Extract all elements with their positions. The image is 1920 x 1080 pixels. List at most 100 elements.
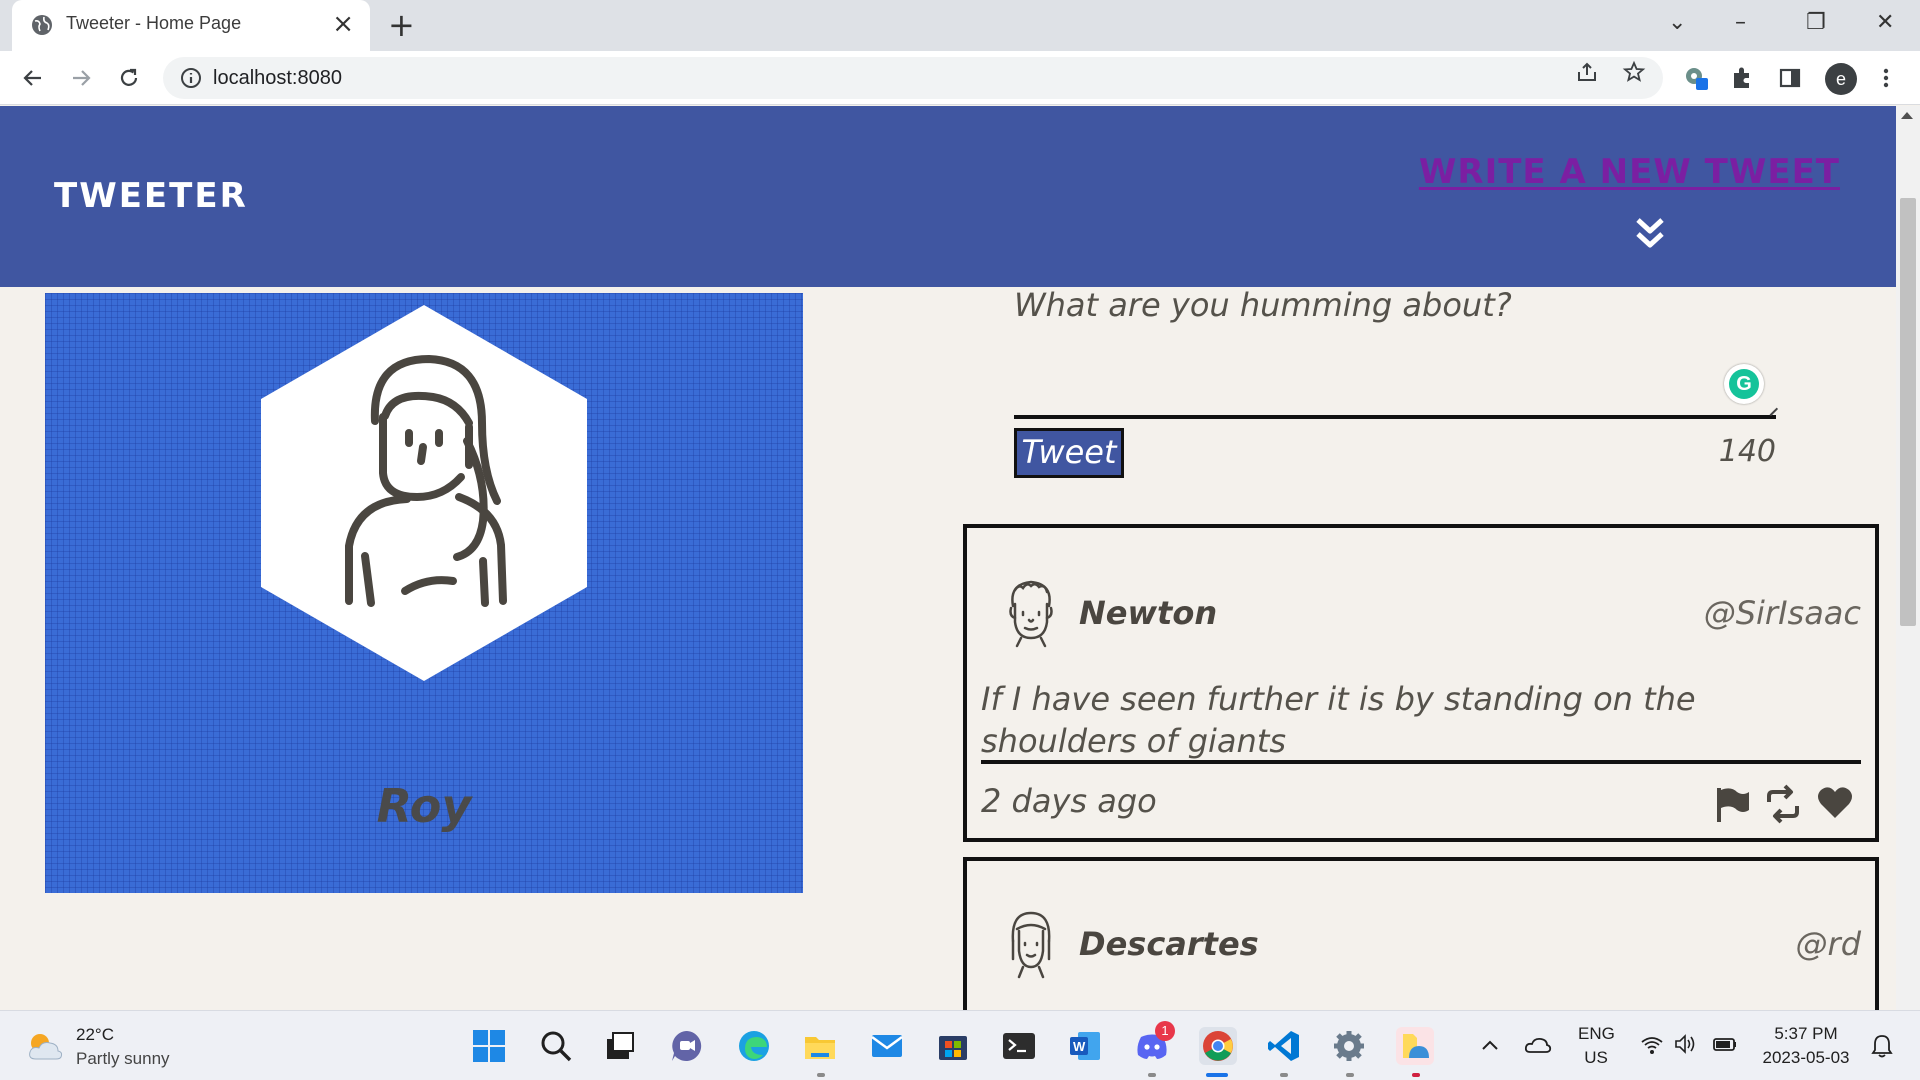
browser-toolbar: localhost:8080 bbox=[0, 51, 1920, 105]
globe-icon bbox=[32, 15, 52, 35]
windows-taskbar: 22°C Partly sunny W 1 ENG US 5:37 PM 202… bbox=[0, 1010, 1920, 1080]
chat-icon bbox=[672, 1031, 702, 1061]
grammarly-icon[interactable]: G bbox=[1724, 364, 1764, 404]
browser-tab-bar: Tweeter - Home Page × + ⌄ – ❐ ✕ bbox=[0, 0, 1920, 51]
retweet-icon[interactable] bbox=[1763, 784, 1803, 824]
mail-icon bbox=[871, 1035, 903, 1057]
file-explorer-button[interactable] bbox=[801, 1027, 839, 1065]
vscode-button[interactable] bbox=[1265, 1027, 1303, 1065]
browser-menu-icon[interactable] bbox=[1872, 64, 1900, 92]
profile-avatar[interactable]: e bbox=[1825, 63, 1857, 95]
task-view-icon bbox=[607, 1032, 634, 1059]
tweet-timestamp: 2 days ago bbox=[981, 782, 1157, 820]
scrollbar-thumb[interactable] bbox=[1900, 198, 1916, 626]
wifi-icon[interactable] bbox=[1640, 1035, 1664, 1055]
tab-search-button[interactable]: ⌄ bbox=[1668, 10, 1686, 36]
store-icon bbox=[939, 1036, 967, 1060]
profile-avatar-hexagon bbox=[261, 305, 587, 681]
browser-tab[interactable]: Tweeter - Home Page × bbox=[12, 0, 370, 51]
app-icon bbox=[1403, 1034, 1429, 1058]
share-icon[interactable] bbox=[1575, 60, 1599, 84]
heart-icon[interactable] bbox=[1815, 782, 1855, 822]
textarea-underline bbox=[1014, 415, 1776, 419]
url-text: localhost:8080 bbox=[213, 67, 342, 89]
tweet-avatar-icon bbox=[1011, 911, 1051, 979]
app-button[interactable] bbox=[1396, 1027, 1434, 1065]
running-indicator bbox=[1412, 1073, 1420, 1077]
forward-arrow-icon bbox=[73, 70, 91, 86]
settings-button[interactable] bbox=[1330, 1027, 1368, 1065]
page-scrollbar[interactable] bbox=[1896, 106, 1920, 1010]
teams-chat-button[interactable] bbox=[668, 1027, 706, 1065]
textarea-resize-handle[interactable] bbox=[1763, 401, 1779, 417]
back-button[interactable] bbox=[16, 61, 50, 95]
tweet-content: If I have seen further it is by standing… bbox=[981, 680, 1696, 760]
reload-icon bbox=[120, 68, 138, 86]
running-indicator bbox=[817, 1073, 825, 1077]
side-panel-icon[interactable] bbox=[1776, 64, 1804, 92]
clock-date[interactable]: 2023-05-03 bbox=[1756, 1048, 1856, 1068]
tweet-avatar-icon bbox=[1009, 580, 1053, 648]
tweet-author-name: Descartes bbox=[1079, 925, 1259, 963]
task-view-button[interactable] bbox=[601, 1027, 639, 1065]
minimize-button[interactable]: – bbox=[1735, 10, 1746, 36]
write-new-tweet-link[interactable]: WRITE A NEW TWEET bbox=[1419, 152, 1840, 192]
scroll-up-arrow[interactable] bbox=[1901, 112, 1913, 119]
new-tab-button[interactable]: + bbox=[388, 7, 415, 43]
tweet-author-handle: @SirIsaac bbox=[1703, 594, 1861, 632]
tweet-submit-button[interactable]: Tweet bbox=[1014, 428, 1124, 478]
clock-time[interactable]: 5:37 PM bbox=[1756, 1024, 1856, 1044]
back-arrow-icon bbox=[23, 70, 41, 86]
weather-description[interactable]: Partly sunny bbox=[76, 1049, 170, 1069]
tab-title: Tweeter - Home Page bbox=[66, 13, 242, 33]
weather-partly-sunny-icon[interactable] bbox=[26, 1029, 64, 1063]
battery-icon[interactable] bbox=[1712, 1035, 1738, 1053]
profile-card: Roy bbox=[45, 293, 803, 893]
chrome-button[interactable] bbox=[1199, 1027, 1237, 1065]
folder-icon bbox=[805, 1037, 835, 1059]
site-brand[interactable]: TWEETER bbox=[54, 176, 248, 216]
vscode-icon bbox=[1268, 1031, 1299, 1061]
notification-bell-icon[interactable] bbox=[1870, 1033, 1894, 1059]
terminal-button[interactable] bbox=[1000, 1027, 1038, 1065]
grammarly-logo: G bbox=[1729, 369, 1759, 399]
running-indicator bbox=[1280, 1073, 1288, 1077]
active-window-indicator bbox=[1206, 1073, 1228, 1077]
onedrive-cloud-icon[interactable] bbox=[1524, 1035, 1552, 1055]
language-indicator[interactable]: ENG bbox=[1578, 1024, 1615, 1044]
bookmark-star-icon[interactable] bbox=[1622, 60, 1646, 84]
running-indicator bbox=[1148, 1073, 1156, 1077]
svg-text:W: W bbox=[1073, 1039, 1086, 1054]
extension-gear-icon[interactable] bbox=[1682, 64, 1710, 92]
tab-close-icon[interactable]: × bbox=[332, 10, 354, 38]
start-button[interactable] bbox=[470, 1027, 508, 1065]
tweet-author-name: Newton bbox=[1079, 594, 1218, 632]
forward-button[interactable] bbox=[64, 61, 98, 95]
character-counter: 140 bbox=[1718, 434, 1776, 469]
tweet-card: Descartes @rd bbox=[963, 857, 1879, 1010]
volume-icon[interactable] bbox=[1674, 1033, 1698, 1055]
mail-button[interactable] bbox=[868, 1027, 906, 1065]
tweet-textarea[interactable]: What are you humming about? bbox=[1014, 286, 1754, 416]
weather-temperature[interactable]: 22°C bbox=[76, 1025, 114, 1045]
terminal-icon bbox=[1003, 1033, 1035, 1059]
close-window-button[interactable]: ✕ bbox=[1876, 10, 1894, 36]
site-header: TWEETER WRITE A NEW TWEET bbox=[0, 106, 1896, 287]
edge-browser-button[interactable] bbox=[735, 1027, 773, 1065]
word-icon: W bbox=[1070, 1032, 1100, 1060]
chevron-up-icon[interactable] bbox=[1480, 1037, 1500, 1053]
site-info-icon[interactable] bbox=[179, 66, 203, 90]
tweet-author-handle: @rd bbox=[1795, 925, 1861, 963]
extensions-puzzle-icon[interactable] bbox=[1728, 64, 1756, 92]
keyboard-layout[interactable]: US bbox=[1578, 1048, 1614, 1068]
reload-button[interactable] bbox=[112, 61, 146, 95]
restore-button[interactable]: ❐ bbox=[1806, 10, 1826, 36]
chrome-icon bbox=[1203, 1031, 1233, 1061]
double-chevron-down-icon[interactable] bbox=[1634, 216, 1666, 252]
search-button[interactable] bbox=[537, 1027, 575, 1065]
word-button[interactable]: W bbox=[1066, 1027, 1104, 1065]
running-indicator bbox=[1346, 1073, 1354, 1077]
store-button[interactable] bbox=[934, 1027, 972, 1065]
address-bar[interactable]: localhost:8080 bbox=[163, 57, 1663, 99]
flag-icon[interactable] bbox=[1713, 784, 1753, 824]
